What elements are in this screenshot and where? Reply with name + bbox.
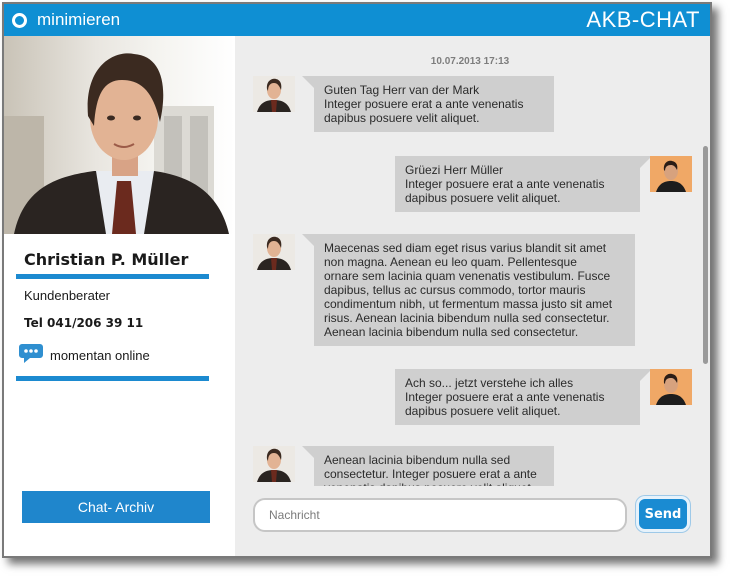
agent-role: Kundenberater — [24, 288, 111, 303]
message-input[interactable] — [253, 498, 627, 532]
message-bubble: Aenean lacinia bibendum nulla sed consec… — [302, 446, 554, 486]
title-bar: minimieren AKB-CHAT — [4, 4, 710, 36]
message-bubble: Maecenas sed diam eget risus varius blan… — [302, 234, 635, 346]
send-button[interactable]: Send — [636, 496, 690, 532]
agent-status: momentan online — [18, 342, 150, 368]
agent-photo — [4, 36, 235, 234]
message-bubble: Grüezi Herr Müller Integer posuere erat … — [395, 156, 652, 212]
message-bubble: Ach so... jetzt verstehe ich alles Integ… — [395, 369, 652, 425]
divider-top — [16, 274, 209, 279]
agent-avatar — [253, 446, 295, 482]
chat-archive-button[interactable]: Chat- Archiv — [22, 491, 210, 523]
agent-phone: Tel 041/206 39 11 — [24, 316, 144, 330]
circle-icon — [12, 12, 27, 28]
chat-window: minimieren AKB-CHAT Christian P. Müller … — [2, 2, 712, 558]
message-list: 10.07.2013 17:13 Guten Tag Herr van der … — [235, 36, 705, 486]
user-avatar — [650, 156, 692, 192]
brand-title: AKB-CHAT — [586, 7, 700, 32]
user-avatar — [650, 369, 692, 405]
chat-timestamp: 10.07.2013 17:13 — [430, 56, 510, 67]
chat-panel: 10.07.2013 17:13 Guten Tag Herr van der … — [235, 36, 710, 556]
message-bubble: Guten Tag Herr van der Mark Integer posu… — [302, 76, 554, 132]
agent-name: Christian P. Müller — [24, 250, 189, 269]
agent-avatar — [253, 234, 295, 270]
minimize-label: minimieren — [37, 10, 121, 29]
agent-sidebar: Christian P. Müller Kundenberater Tel 04… — [4, 36, 235, 556]
status-label: momentan online — [50, 347, 150, 363]
agent-avatar — [253, 76, 295, 112]
scrollbar[interactable] — [703, 146, 708, 364]
divider-bottom — [16, 376, 209, 381]
minimize-button[interactable]: minimieren — [12, 8, 120, 32]
chat-bubble-icon — [18, 342, 44, 368]
